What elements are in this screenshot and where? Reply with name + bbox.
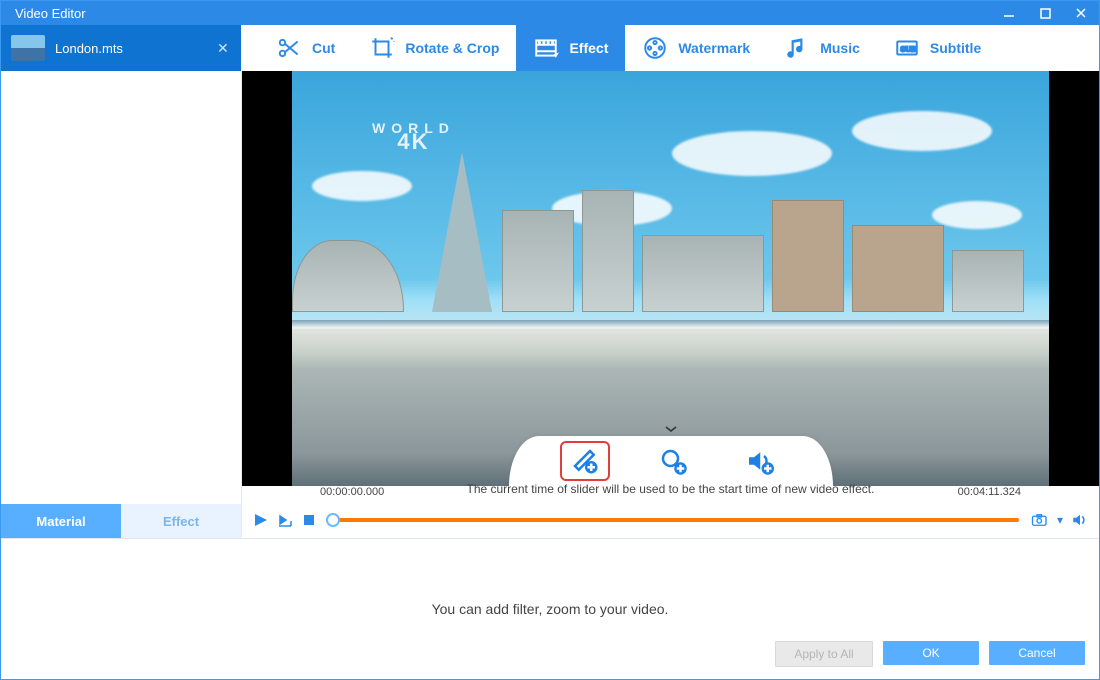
tab-label: Rotate & Crop	[405, 40, 499, 56]
file-thumbnail	[11, 35, 45, 61]
slider-knob[interactable]	[326, 513, 340, 527]
top-row: London.mts ✕ Cut Rotate & Crop Effect Wa…	[1, 25, 1099, 71]
ok-button[interactable]: OK	[883, 641, 979, 665]
center-panel: WORLD 4K The current time of slider will…	[242, 71, 1099, 538]
volume-button[interactable]	[1071, 511, 1089, 529]
app-window: Video Editor London.mts ✕ Cut Rotate & C…	[0, 0, 1100, 680]
tab-watermark[interactable]: Watermark	[625, 25, 767, 71]
scissors-icon	[276, 35, 302, 61]
time-end: 00:04:11.324	[958, 486, 1021, 498]
play-button[interactable]	[252, 511, 270, 529]
tab-subtitle[interactable]: SUB Subtitle	[877, 25, 998, 71]
chevron-down-icon[interactable]	[664, 424, 678, 434]
add-video-effect-button[interactable]	[560, 441, 610, 481]
close-file-icon[interactable]: ✕	[217, 40, 231, 57]
timeline-slider[interactable]	[330, 518, 1019, 522]
bottom-info-text: You can add filter, zoom to your video.	[432, 601, 669, 617]
left-panel: Material Effect	[1, 71, 242, 538]
tab-cut[interactable]: Cut	[259, 25, 352, 71]
file-name: London.mts	[55, 41, 217, 56]
playback-bar: ▾	[242, 504, 1099, 538]
tool-tabs: Cut Rotate & Crop Effect Watermark Music…	[241, 25, 1099, 72]
svg-text:SUB: SUB	[900, 44, 917, 53]
apply-to-all-button[interactable]: Apply to All	[775, 641, 873, 667]
main-body: Material Effect	[1, 71, 1099, 538]
tab-label: Watermark	[678, 40, 750, 56]
stop-button[interactable]	[300, 511, 318, 529]
left-tabs: Material Effect	[1, 504, 241, 538]
time-start: 00:00:00.000	[320, 486, 384, 498]
tab-label: Music	[820, 40, 860, 56]
minimize-button[interactable]	[991, 1, 1027, 25]
tab-label: Subtitle	[930, 40, 981, 56]
film-reel-icon	[642, 35, 668, 61]
tab-label: Cut	[312, 40, 335, 56]
subtitle-icon: SUB	[894, 35, 920, 61]
tab-label: Effect	[569, 40, 608, 56]
left-tab-effect[interactable]: Effect	[121, 504, 241, 538]
crop-rotate-icon	[369, 35, 395, 61]
close-window-button[interactable]	[1063, 1, 1099, 25]
bottom-panel: You can add filter, zoom to your video. …	[1, 538, 1099, 679]
maximize-button[interactable]	[1027, 1, 1063, 25]
cancel-button[interactable]: Cancel	[989, 641, 1085, 665]
filmstrip-icon	[533, 35, 559, 61]
snapshot-dropdown-icon[interactable]: ▾	[1057, 513, 1063, 527]
tab-rotate-crop[interactable]: Rotate & Crop	[352, 25, 516, 71]
music-note-icon	[784, 35, 810, 61]
clips-area	[1, 71, 241, 504]
file-tabs: London.mts ✕	[1, 25, 241, 71]
left-tab-material[interactable]: Material	[1, 504, 121, 538]
tab-music[interactable]: Music	[767, 25, 877, 71]
preview-watermark: WORLD 4K	[372, 121, 455, 149]
file-tab[interactable]: London.mts ✕	[1, 25, 241, 71]
app-title: Video Editor	[15, 6, 991, 21]
dialog-buttons: Apply to All OK Cancel	[775, 641, 1085, 667]
snapshot-button[interactable]	[1031, 511, 1049, 529]
video-preview[interactable]: WORLD 4K	[242, 71, 1099, 486]
step-button[interactable]	[276, 511, 294, 529]
effect-popup	[509, 436, 833, 486]
add-audio-effect-button[interactable]	[736, 443, 782, 479]
add-zoom-effect-button[interactable]	[650, 443, 696, 479]
tab-effect[interactable]: Effect	[516, 25, 625, 71]
title-bar[interactable]: Video Editor	[1, 1, 1099, 25]
